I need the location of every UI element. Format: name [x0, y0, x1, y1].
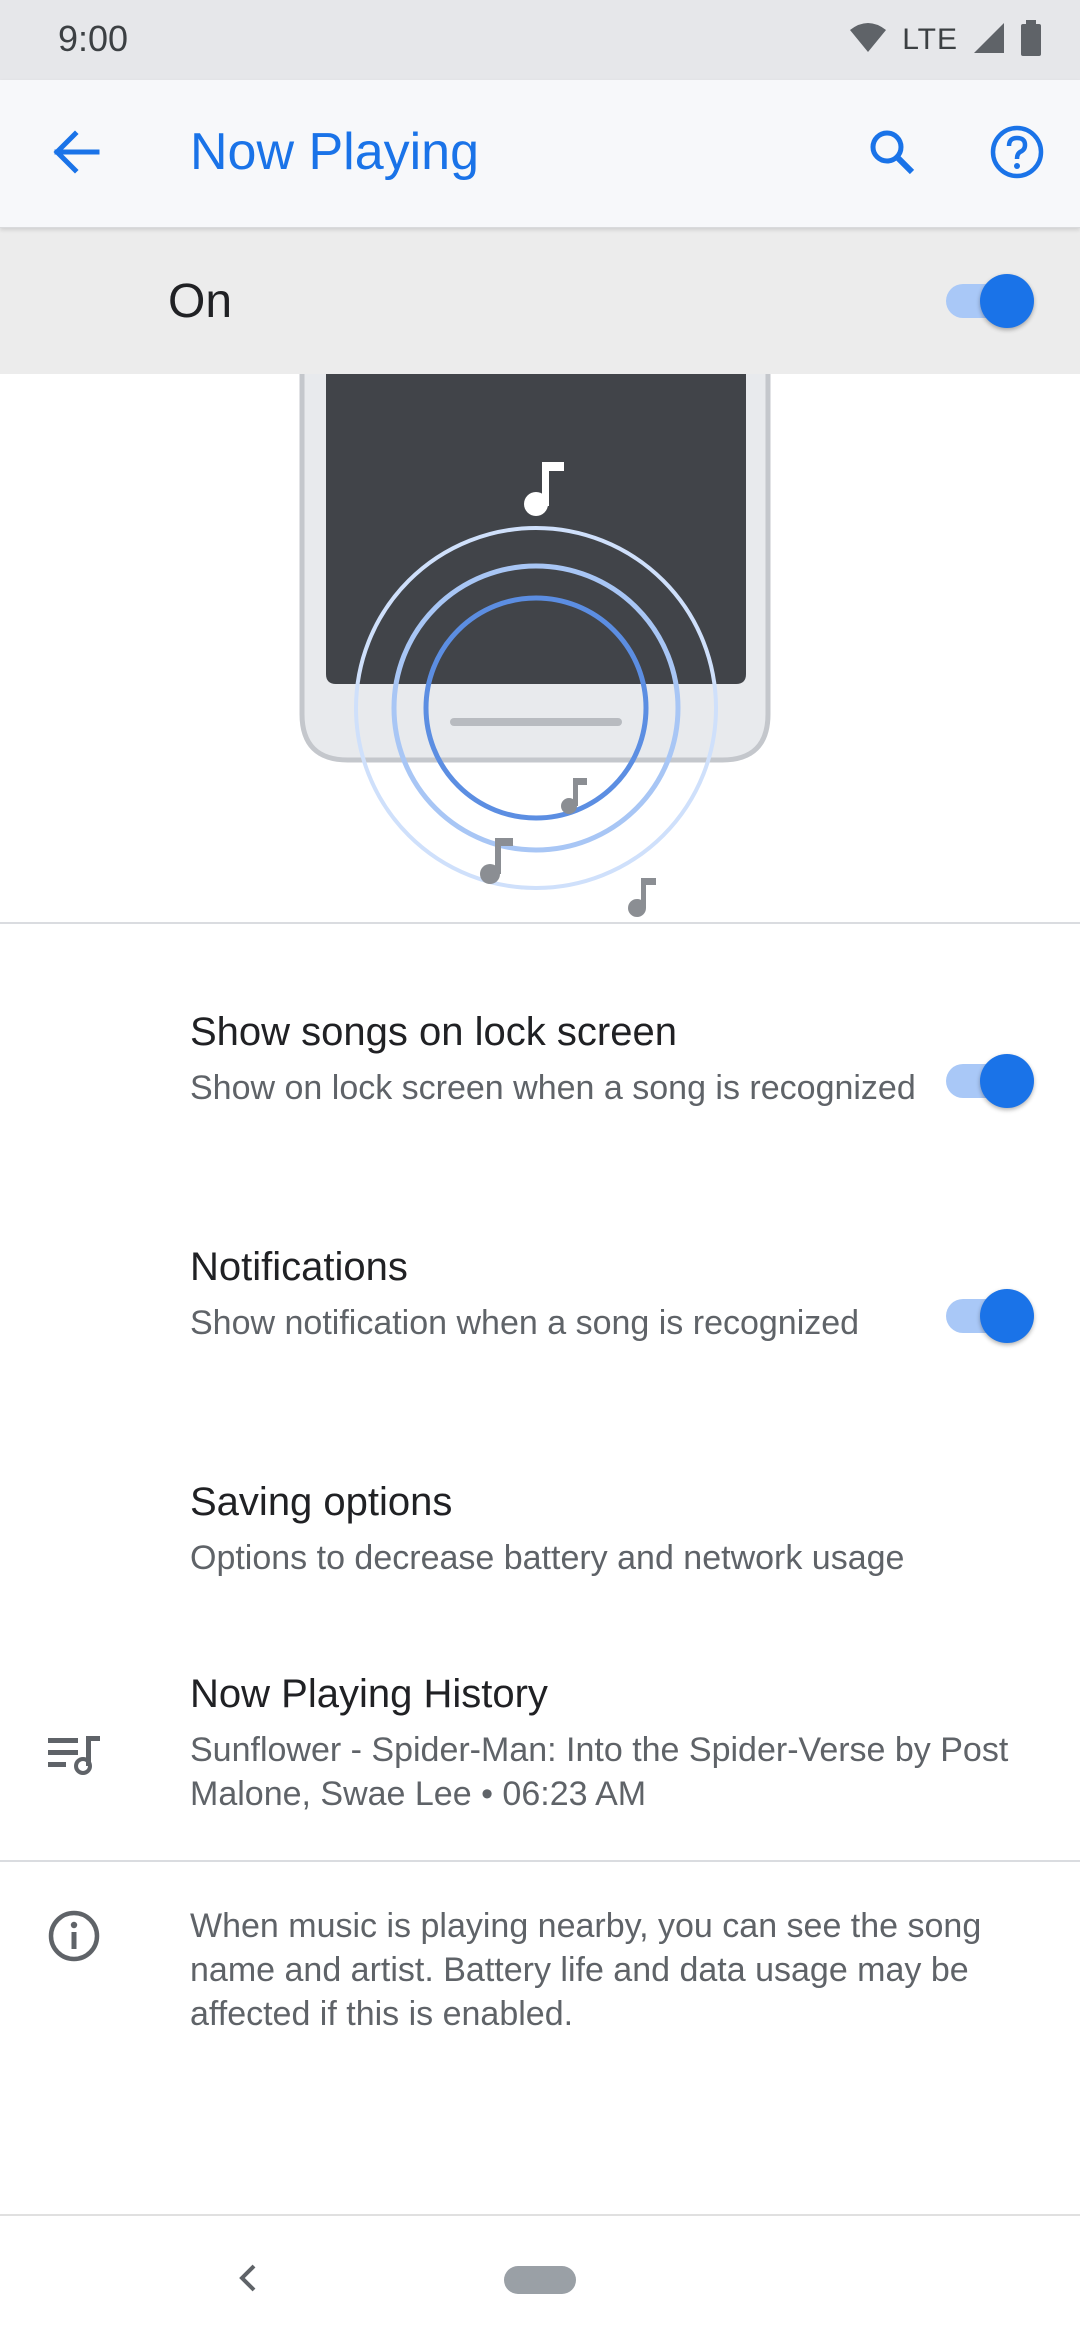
divider [0, 1860, 1080, 1862]
network-type-label: LTE [902, 23, 958, 56]
cell-signal-icon [972, 21, 1006, 60]
status-icons: LTE [848, 18, 1042, 62]
now-playing-illustration [0, 374, 1080, 924]
pref-title: Notifications [190, 1245, 408, 1289]
help-icon [989, 124, 1045, 185]
switch-thumb [980, 1289, 1034, 1343]
pref-lock-screen[interactable]: Show songs on lock screen Show on lock s… [0, 1000, 1080, 1190]
notifications-toggle[interactable] [946, 1285, 1034, 1345]
pref-notifications[interactable]: Notifications Show notification when a s… [0, 1235, 1080, 1425]
switch-thumb [980, 274, 1034, 328]
help-button[interactable] [985, 122, 1049, 186]
pref-title: Now Playing History [190, 1672, 548, 1716]
footer-info-text: When music is playing nearby, you can se… [190, 1907, 982, 2033]
search-icon [866, 126, 918, 183]
master-switch-label: On [168, 275, 233, 328]
back-button[interactable] [44, 122, 108, 186]
pref-title: Show songs on lock screen [190, 1010, 677, 1054]
arrow-back-icon [51, 129, 101, 179]
nav-back-button[interactable] [228, 2260, 268, 2300]
nav-home-pill[interactable] [504, 2266, 576, 2294]
pref-summary: Sunflower - Spider-Man: Into the Spider-… [190, 1731, 1009, 1813]
status-time: 9:00 [58, 18, 129, 59]
master-switch-toggle[interactable] [946, 270, 1034, 330]
page-title: Now Playing [190, 123, 480, 181]
switch-thumb [980, 1054, 1034, 1108]
status-bar: 9:00 LTE [0, 0, 1080, 80]
wifi-icon [848, 22, 888, 59]
master-switch-bar[interactable]: On [0, 228, 1080, 374]
system-nav-bar [0, 2214, 1080, 2340]
pref-title: Saving options [190, 1480, 453, 1524]
info-icon [44, 1906, 104, 1966]
pref-saving-options[interactable]: Saving options Options to decrease batte… [0, 1470, 1080, 1610]
pref-summary: Show on lock screen when a song is recog… [190, 1069, 916, 1107]
battery-icon [1020, 19, 1042, 61]
divider [0, 922, 1080, 924]
playlist-music-icon [46, 1726, 102, 1782]
chevron-left-icon [236, 2262, 260, 2299]
pref-history[interactable]: Now Playing History Sunflower - Spider-M… [0, 1662, 1080, 1832]
pref-summary: Options to decrease battery and network … [190, 1539, 905, 1577]
lock-screen-toggle[interactable] [946, 1050, 1034, 1110]
pref-summary: Show notification when a song is recogni… [190, 1304, 860, 1342]
app-bar: Now Playing [0, 80, 1080, 228]
search-button[interactable] [860, 122, 924, 186]
